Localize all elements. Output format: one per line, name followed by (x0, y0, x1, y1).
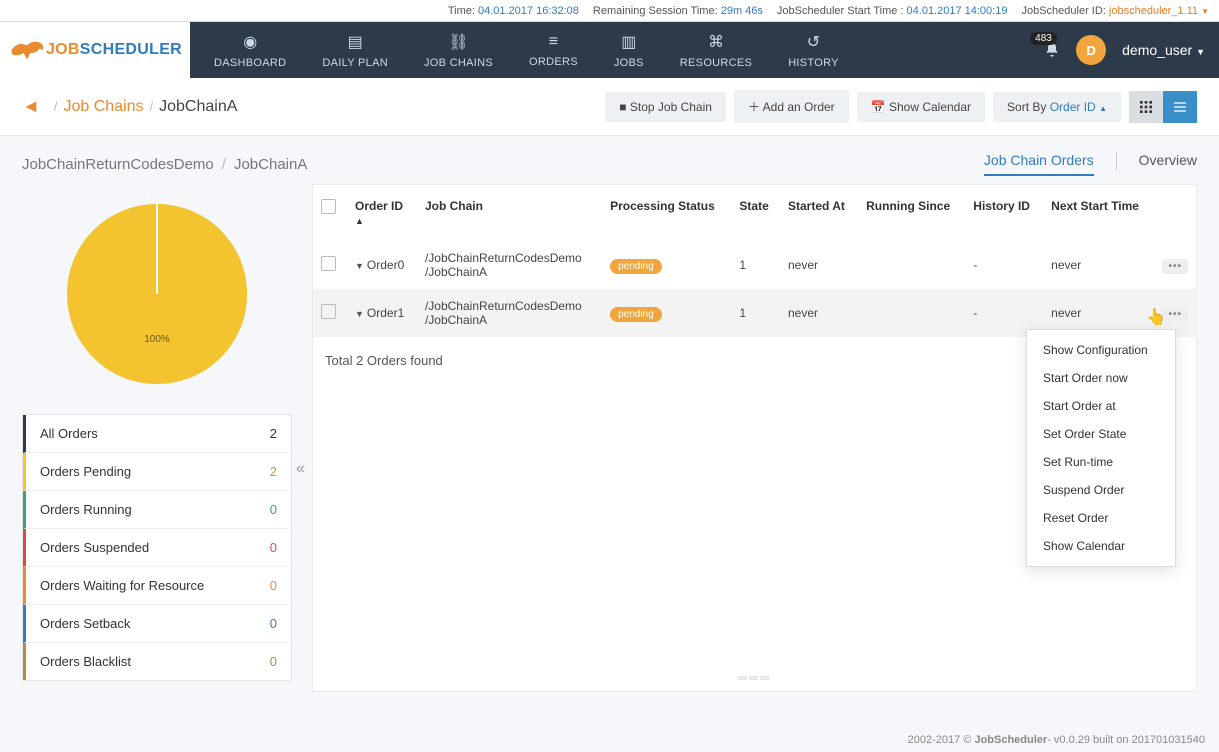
filter-orders-blacklist[interactable]: Orders Blacklist0 (23, 643, 291, 680)
sub-breadcrumb-root[interactable]: JobChainReturnCodesDemo (22, 156, 214, 173)
daily-plan-icon: ▤ (322, 32, 388, 52)
col-state[interactable]: State (731, 185, 780, 241)
tab-overview[interactable]: Overview (1139, 152, 1197, 176)
menu-start-order-at[interactable]: Start Order at (1027, 392, 1175, 420)
expand-row-icon[interactable]: ▼ (355, 309, 364, 319)
orders-table: Order ID▲ Job Chain Processing Status St… (313, 185, 1196, 337)
col-running-since[interactable]: Running Since (858, 185, 965, 241)
col-started-at[interactable]: Started At (780, 185, 858, 241)
nav-orders[interactable]: ≡ORDERS (511, 29, 596, 72)
filter-orders-setback[interactable]: Orders Setback0 (23, 605, 291, 643)
scheduler-id-dropdown[interactable]: JobScheduler ID: jobscheduler_1.11 ▼ (1021, 5, 1209, 17)
list-view-button[interactable] (1163, 91, 1197, 123)
col-next-start-time[interactable]: Next Start Time (1043, 185, 1154, 241)
resources-icon: ⌘ (680, 32, 752, 52)
footer: 2002-2017 © JobScheduler- v0.0.29 built … (894, 728, 1219, 752)
user-menu[interactable]: demo_user ▼ (1122, 42, 1205, 58)
row-actions-button[interactable]: ••• (1162, 307, 1188, 322)
time-label: Time: (448, 5, 475, 17)
add-order-button[interactable]: ＋ Add an Order (734, 90, 849, 123)
session-value: 29m 46s (721, 5, 763, 17)
job-chains-icon: ⛓ (424, 32, 493, 52)
start-time-label: JobScheduler Start Time : (777, 5, 904, 17)
row-context-menu: Show ConfigurationStart Order nowStart O… (1026, 329, 1176, 567)
grid-view-button[interactable] (1129, 91, 1163, 123)
menu-start-order-now[interactable]: Start Order now (1027, 364, 1175, 392)
main-nav: JOBSCHEDULER ◉DASHBOARD ▤DAILY PLAN ⛓JOB… (0, 22, 1219, 78)
session-label: Remaining Session Time: (593, 5, 718, 17)
back-button[interactable]: ◄ (22, 96, 40, 117)
menu-suspend-order[interactable]: Suspend Order (1027, 476, 1175, 504)
col-job-chain[interactable]: Job Chain (417, 185, 602, 241)
menu-set-order-state[interactable]: Set Order State (1027, 420, 1175, 448)
list-icon (1172, 99, 1188, 115)
nav-jobs[interactable]: ▥JOBS (596, 28, 662, 73)
nav-resources[interactable]: ⌘RESOURCES (662, 28, 770, 73)
menu-show-configuration[interactable]: Show Configuration (1027, 336, 1175, 364)
view-toggle (1129, 91, 1197, 123)
breadcrumb-job-chains[interactable]: Job Chains (63, 98, 143, 116)
logo[interactable]: JOBSCHEDULER (0, 22, 190, 78)
jobs-icon: ▥ (614, 32, 644, 52)
menu-set-run-time[interactable]: Set Run-time (1027, 448, 1175, 476)
row-checkbox[interactable] (321, 256, 336, 271)
sub-breadcrumb-leaf: JobChainA (234, 156, 307, 173)
orders-table-panel: Order ID▲ Job Chain Processing Status St… (312, 184, 1197, 692)
stop-job-chain-button[interactable]: ■ Stop Job Chain (605, 92, 726, 122)
select-all-checkbox[interactable] (321, 199, 336, 214)
dashboard-icon: ◉ (214, 32, 286, 52)
row-checkbox[interactable] (321, 304, 336, 319)
status-badge: pending (610, 307, 662, 322)
menu-reset-order[interactable]: Reset Order (1027, 504, 1175, 532)
table-row[interactable]: ▼Order0 /JobChainReturnCodesDemo/JobChai… (313, 241, 1196, 289)
nav-job-chains[interactable]: ⛓JOB CHAINS (406, 28, 511, 73)
grid-icon (1138, 99, 1154, 115)
avatar[interactable]: D (1076, 35, 1106, 65)
collapse-sidebar-button[interactable]: « (296, 460, 305, 478)
orders-pie-chart: 100% (67, 204, 247, 384)
nav-dashboard[interactable]: ◉DASHBOARD (196, 28, 304, 73)
start-time-value: 04.01.2017 14:00:19 (907, 5, 1008, 17)
time-value: 04.01.2017 16:32:08 (478, 5, 579, 17)
nav-history[interactable]: ↺HISTORY (770, 28, 857, 73)
col-history-id[interactable]: History ID (965, 185, 1043, 241)
menu-show-calendar[interactable]: Show Calendar (1027, 532, 1175, 560)
history-icon: ↺ (788, 32, 839, 52)
nav-daily-plan[interactable]: ▤DAILY PLAN (304, 28, 406, 73)
filter-orders-running[interactable]: Orders Running0 (23, 491, 291, 529)
show-calendar-button[interactable]: 📅 Show Calendar (857, 92, 985, 122)
orders-icon: ≡ (529, 33, 578, 51)
resize-handle[interactable]: ═══ (313, 664, 1196, 691)
sub-breadcrumb: JobChainReturnCodesDemo / JobChainA Job … (0, 136, 1219, 184)
tab-job-chain-orders[interactable]: Job Chain Orders (984, 152, 1094, 176)
col-processing-status[interactable]: Processing Status (602, 185, 731, 241)
filter-list: All Orders2Orders Pending2Orders Running… (22, 414, 292, 681)
status-bar: Time: 04.01.2017 16:32:08 Remaining Sess… (0, 0, 1219, 22)
filter-orders-waiting-for-resource[interactable]: Orders Waiting for Resource0 (23, 567, 291, 605)
expand-row-icon[interactable]: ▼ (355, 261, 364, 271)
breadcrumb-current: JobChainA (159, 98, 237, 116)
sort-button[interactable]: Sort By Order ID ▲ (993, 92, 1121, 122)
col-order-id[interactable]: Order ID▲ (347, 185, 417, 241)
filter-orders-suspended[interactable]: Orders Suspended0 (23, 529, 291, 567)
rabbit-icon (8, 38, 46, 62)
filter-all-orders[interactable]: All Orders2 (23, 415, 291, 453)
row-actions-button[interactable]: ••• (1162, 259, 1188, 274)
filter-orders-pending[interactable]: Orders Pending2 (23, 453, 291, 491)
notifications-button[interactable]: 483 (1044, 42, 1060, 59)
status-badge: pending (610, 259, 662, 274)
breadcrumb-bar: ◄ / Job Chains / JobChainA ■ Stop Job Ch… (0, 78, 1219, 136)
notification-count: 483 (1030, 32, 1057, 45)
pie-percent-label: 100% (144, 334, 170, 345)
